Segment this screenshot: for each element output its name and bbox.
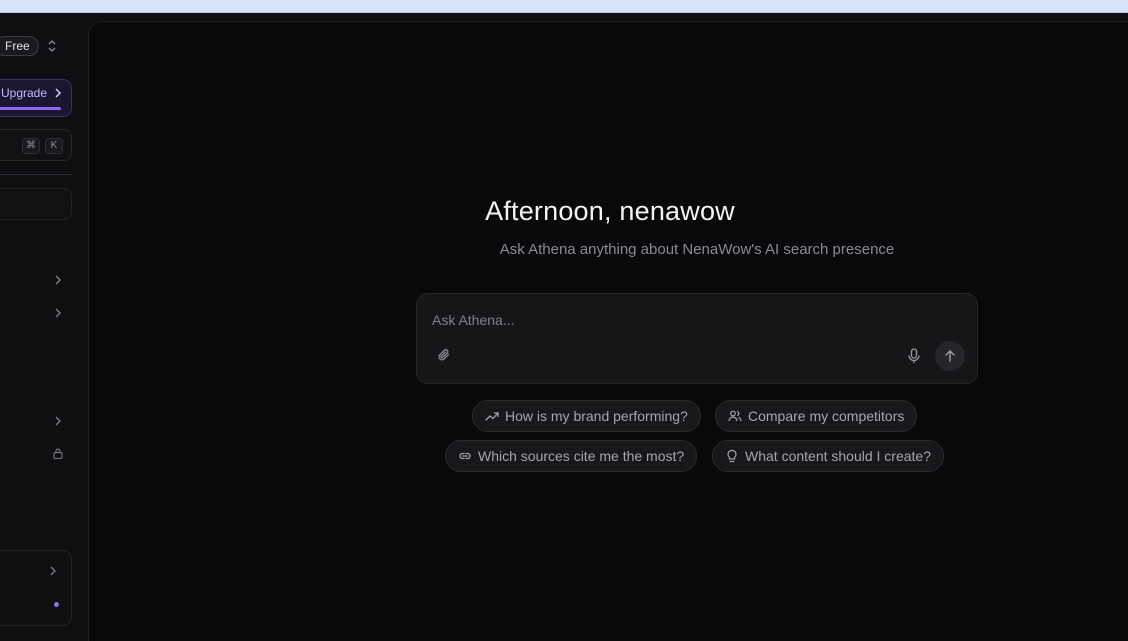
account-card[interactable] bbox=[0, 550, 72, 626]
command-search[interactable]: ⌘ K bbox=[0, 129, 72, 161]
lightbulb-icon bbox=[727, 449, 737, 463]
page-subtitle: Ask Athena anything about NenaWow's AI s… bbox=[499, 241, 895, 258]
chevron-right-icon[interactable] bbox=[53, 274, 63, 286]
lock-icon bbox=[53, 448, 63, 460]
suggestion-sources-cite[interactable]: Which sources cite me the most? bbox=[445, 440, 698, 472]
chevron-right-icon[interactable] bbox=[53, 415, 63, 427]
sidebar-divider bbox=[0, 174, 72, 175]
k-key: K bbox=[45, 138, 63, 154]
sidebar: Free Upgrade ⌘ K bbox=[0, 13, 88, 635]
arrow-up-icon bbox=[945, 350, 955, 362]
chevron-right-icon[interactable] bbox=[53, 307, 63, 319]
suggestion-label: How is my brand performing? bbox=[505, 408, 688, 424]
upgrade-progress-bar bbox=[0, 107, 61, 110]
plan-badge: Free bbox=[0, 36, 39, 56]
suggestion-label: Compare my competitors bbox=[748, 408, 905, 424]
send-button[interactable] bbox=[935, 341, 965, 371]
plan-switcher[interactable]: Free bbox=[0, 36, 88, 58]
chevron-up-down-icon bbox=[48, 40, 56, 52]
chevron-right-icon bbox=[55, 88, 62, 98]
browser-bookmark-bar bbox=[0, 0, 1128, 13]
link-icon bbox=[459, 452, 471, 460]
users-icon bbox=[728, 410, 742, 422]
upgrade-label: Upgrade bbox=[1, 86, 48, 100]
suggestion-compare-competitors[interactable]: Compare my competitors bbox=[715, 400, 918, 432]
suggestion-label: What content should I create? bbox=[745, 448, 931, 464]
paperclip-icon[interactable] bbox=[437, 348, 451, 362]
chevron-right-icon[interactable] bbox=[48, 565, 58, 577]
upgrade-button[interactable]: Upgrade bbox=[0, 79, 72, 117]
page-title: Afternoon, nenawow bbox=[485, 196, 735, 226]
suggestion-brand-performance[interactable]: How is my brand performing? bbox=[472, 400, 701, 432]
trending-up-icon bbox=[485, 412, 499, 421]
chat-input[interactable] bbox=[432, 310, 932, 330]
chat-composer bbox=[416, 293, 978, 384]
suggestion-content-create[interactable]: What content should I create? bbox=[712, 440, 944, 472]
status-dot bbox=[54, 602, 59, 607]
suggestion-label: Which sources cite me the most? bbox=[478, 448, 685, 464]
cmd-key: ⌘ bbox=[22, 138, 40, 154]
microphone-icon[interactable] bbox=[907, 348, 921, 364]
